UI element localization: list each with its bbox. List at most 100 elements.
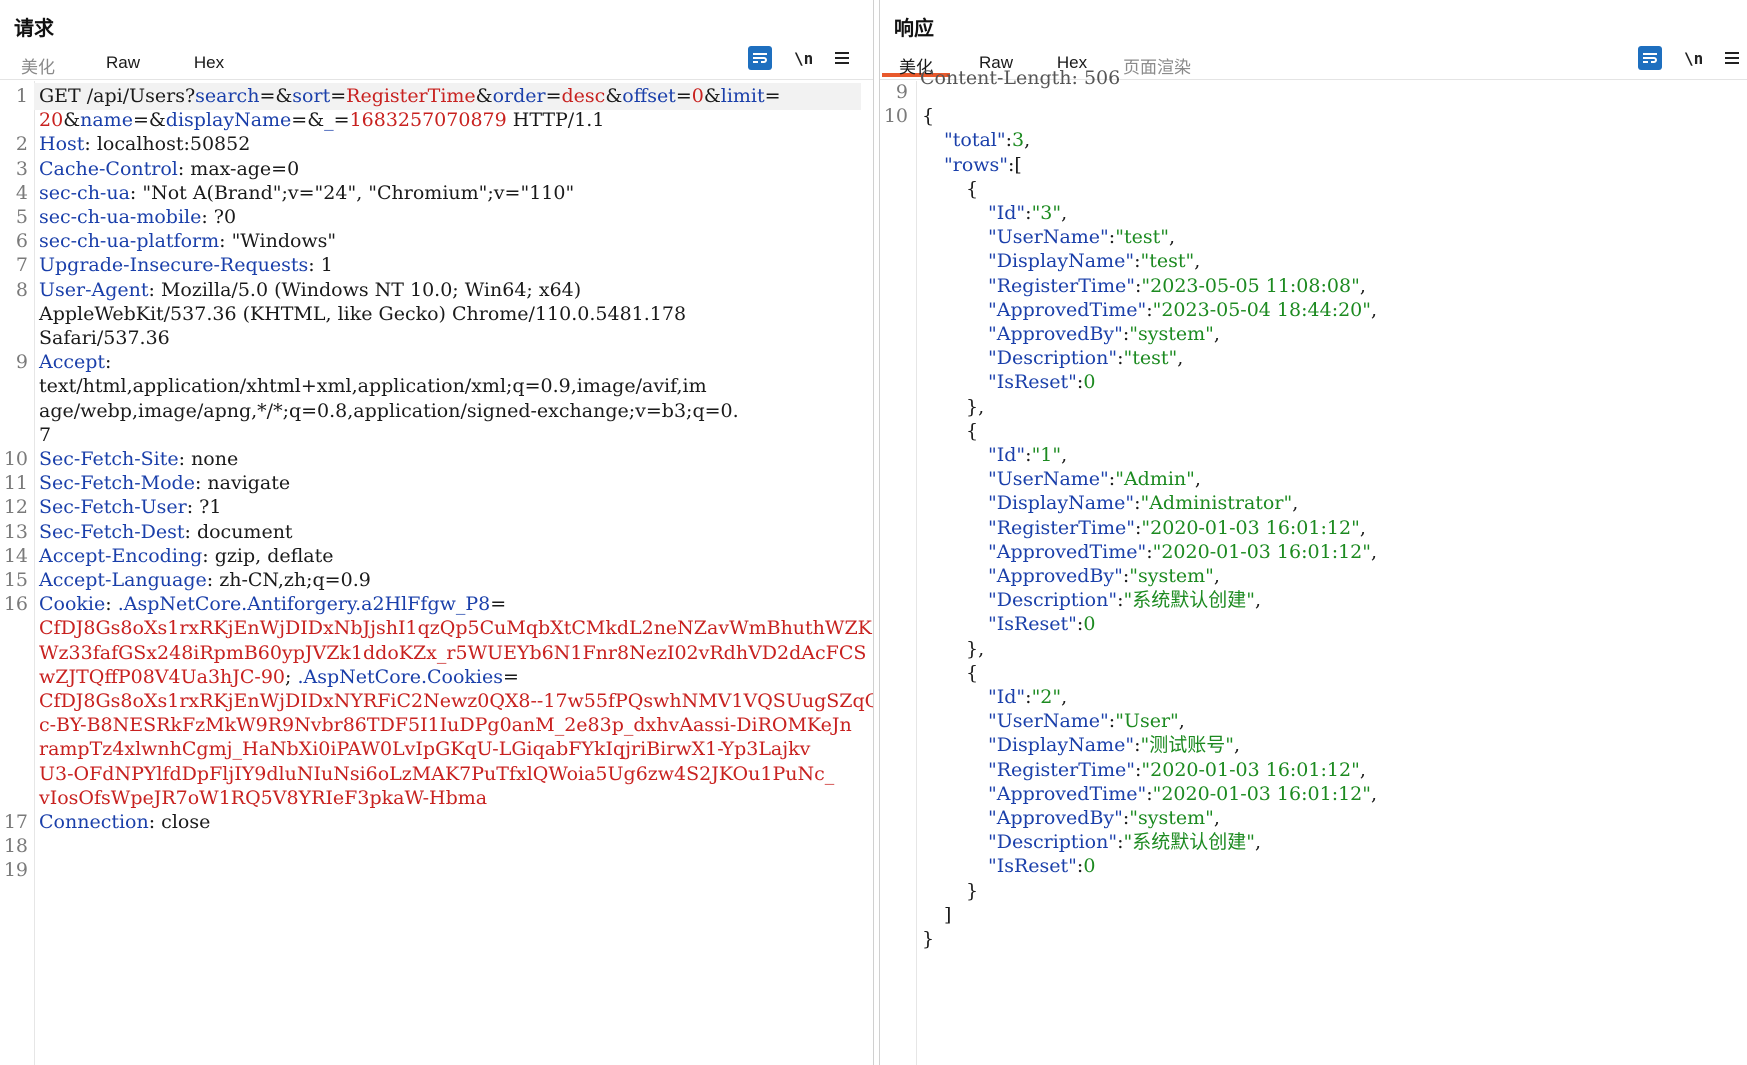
request-line: 5 sec-ch-ua-mobile: ?0 — [0, 204, 873, 231]
request-token: search — [195, 85, 260, 107]
response-menu-icon[interactable] — [1725, 52, 1740, 64]
request-line: 7 Upgrade-Insecure-Requests: 1 — [0, 252, 873, 279]
response-token: , — [1213, 323, 1220, 345]
request-token: Sec-Fetch-Site — [39, 448, 179, 470]
pane-splitter[interactable] — [873, 0, 880, 1065]
response-token: "2020-01-03 16:01:12" — [1152, 782, 1372, 805]
request-tab-hex[interactable]: Hex — [177, 50, 241, 77]
request-line-number: 13 — [3, 520, 28, 543]
request-token: displayName — [165, 109, 292, 132]
request-line-text: rampTz4xlwnhCgmj_HaNbXi0iPAW0LvIpGKqU-LG… — [39, 736, 810, 763]
request-line-text: Accept: — [39, 349, 111, 376]
response-token: , — [1359, 274, 1366, 297]
response-line: "ApprovedTime":"2020-01-03 16:01:12", — [880, 539, 1747, 566]
response-line-text: "DisplayName":"Administrator", — [988, 490, 1298, 517]
response-line-text: "DisplayName":"测试账号", — [988, 732, 1240, 759]
request-token: .AspNetCore.Cookies — [297, 665, 504, 688]
response-token: "2020-01-03 16:01:12" — [1141, 758, 1360, 781]
request-token: RegisterTime — [346, 85, 476, 107]
response-line-text: "rows":[ — [944, 152, 1022, 179]
request-token: = — [764, 85, 781, 107]
response-token: "Id" — [988, 686, 1026, 708]
request-token: : close — [148, 811, 211, 833]
response-token: , — [1371, 540, 1378, 563]
response-token: ] — [944, 903, 952, 926]
response-token: "Id" — [988, 202, 1026, 224]
request-line-text: text/html,application/xhtml+xml,applicat… — [39, 373, 707, 400]
response-line: "IsReset":0 — [880, 369, 1747, 396]
request-token: sec-ch-ua-mobile — [39, 206, 202, 228]
request-tab-raw[interactable]: Raw — [87, 50, 159, 77]
response-token: "2023-05-05 11:08:08" — [1141, 274, 1360, 297]
request-line-text: User-Agent: Mozilla/5.0 (Windows NT 10.0… — [39, 277, 581, 304]
request-token: sort — [292, 85, 331, 107]
request-line: U3-OFdNPYlfdDpFljIY9dluNIuNsi6oLzMAK7PuT… — [0, 761, 873, 788]
request-token: : gzip, deflate — [202, 544, 334, 567]
response-token: "Administrator" — [1140, 492, 1293, 515]
request-token: limit — [720, 85, 765, 107]
response-line-text: "ApprovedBy":"system", — [988, 805, 1220, 832]
request-line-number: 12 — [3, 496, 28, 519]
response-token: "RegisterTime" — [988, 516, 1135, 539]
request-token: c-BY-B8NESRkFzMkW9R9Nvbr86TDF5I1IuDPg0an… — [39, 714, 852, 737]
request-token: Cookie — [39, 593, 106, 616]
response-line-text: "ApprovedTime":"2020-01-03 16:01:12", — [988, 539, 1377, 566]
request-token: Safari/537.36 — [39, 327, 170, 349]
response-line-text: { — [966, 418, 978, 445]
request-line-text: Upgrade-Insecure-Requests: 1 — [39, 252, 333, 279]
request-token: : 1 — [308, 254, 333, 277]
response-line: } — [880, 878, 1747, 905]
request-editor[interactable]: 1 GET /api/Users?search=&sort=RegisterTim… — [0, 81, 873, 1065]
response-token: "测试账号" — [1140, 734, 1234, 757]
response-editor[interactable]: Content-Length: 506 9 10{"total":3, "rows"… — [880, 67, 1747, 1065]
request-line-text: Accept-Language: zh-CN,zh;q=0.9 — [39, 567, 371, 594]
request-tab-pretty[interactable]: 美化 — [5, 50, 71, 77]
response-line-text: "ApprovedBy":"system", — [988, 321, 1220, 348]
request-newline-toggle[interactable]: \n — [794, 49, 813, 68]
response-token: "IsReset" — [988, 855, 1077, 878]
request-line: 6 sec-ch-ua-platform: "Windows" — [0, 228, 873, 255]
response-line: 10 { — [880, 103, 1747, 130]
request-token: _ — [324, 109, 334, 132]
response-token: "DisplayName" — [988, 734, 1135, 757]
request-token: : — [105, 593, 118, 616]
request-line-number: 16 — [3, 593, 28, 616]
response-token: "DisplayName" — [988, 492, 1135, 515]
response-token: , — [1177, 347, 1184, 370]
request-wrap-icon[interactable] — [748, 46, 772, 70]
request-token: Upgrade-Insecure-Requests — [39, 254, 309, 277]
request-token: & — [63, 109, 81, 132]
response-token: "system" — [1129, 565, 1214, 587]
response-token: "system" — [1129, 323, 1214, 345]
response-line-text: "IsReset":0 — [988, 369, 1095, 396]
request-token: = — [333, 109, 350, 132]
response-token: "RegisterTime" — [988, 274, 1135, 297]
request-token: wZJTQffP08V4Ua3hJC-90 — [39, 665, 286, 688]
request-token: 7 — [39, 423, 52, 446]
response-token: "UserName" — [988, 226, 1109, 249]
response-line: "Id":"2", — [880, 684, 1747, 711]
response-line-text: "RegisterTime":"2023-05-05 11:08:08", — [988, 273, 1366, 300]
request-line: rampTz4xlwnhCgmj_HaNbXi0iPAW0LvIpGKqU-LG… — [0, 736, 873, 763]
response-pane: 响应 美化 Raw Hex 页面渲染 \n Content-Length: 50… — [880, 0, 1747, 1065]
response-line: "ApprovedBy":"system", — [880, 805, 1747, 832]
request-line-number: 11 — [3, 472, 28, 495]
response-line: "UserName":"Admin", — [880, 466, 1747, 493]
request-line: 17 Connection: close — [0, 809, 873, 836]
request-token: : "Windows" — [219, 230, 337, 253]
request-line-text: Connection: close — [39, 809, 210, 836]
response-token: , — [1254, 589, 1261, 612]
request-line-text: Cookie: .AspNetCore.Antiforgery.a2HlFfgw… — [39, 591, 506, 618]
request-token: CfDJ8Gs8oXs1rxRKjEnWjDIDxNYRFiC2Newz0QX8… — [39, 690, 873, 712]
response-line: "ApprovedBy":"system", — [880, 563, 1747, 590]
response-token: "ApprovedTime" — [988, 540, 1147, 563]
request-line-number: 6 — [15, 230, 28, 253]
request-line-text: AppleWebKit/537.36 (KHTML, like Gecko) C… — [39, 301, 686, 328]
request-token: =& — [132, 109, 166, 132]
request-token: Accept — [39, 351, 106, 374]
request-menu-icon[interactable] — [835, 52, 850, 64]
request-token: Accept-Encoding — [39, 544, 203, 567]
request-line-text: Sec-Fetch-Site: none — [39, 446, 238, 473]
request-line: Safari/537.36 — [0, 325, 873, 352]
request-line: 8 User-Agent: Mozilla/5.0 (Windows NT 10.… — [0, 277, 873, 304]
